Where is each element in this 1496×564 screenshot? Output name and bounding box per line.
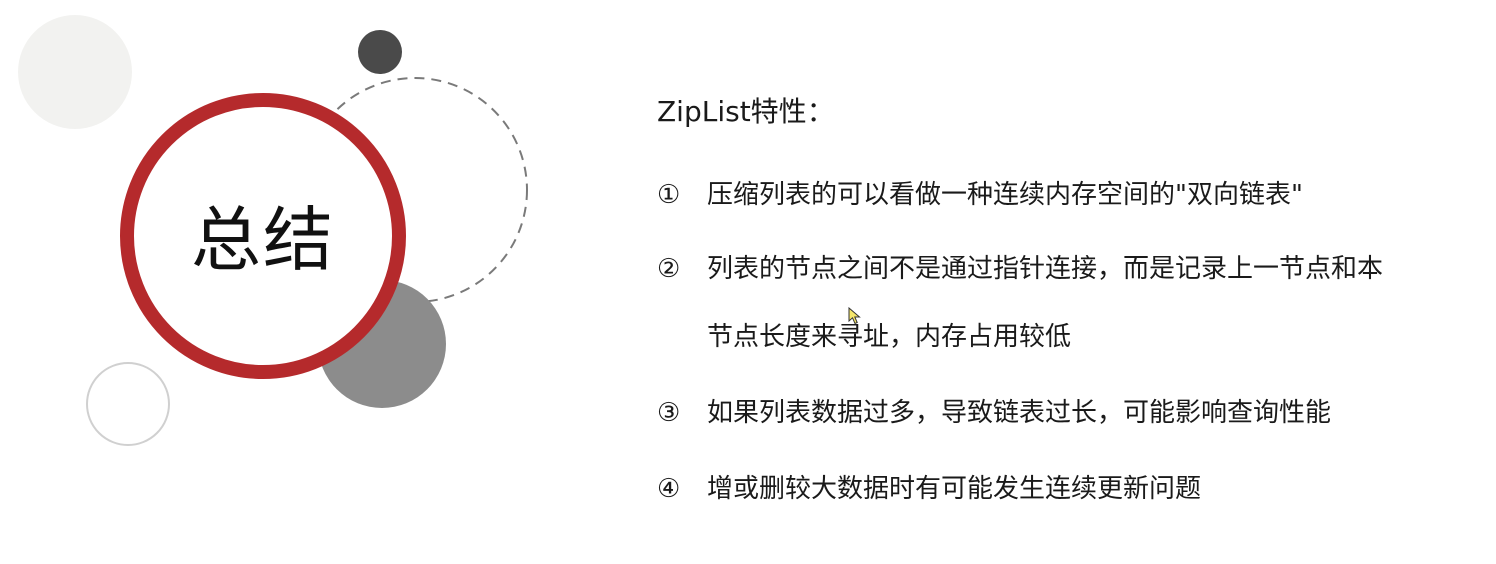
point-3-text: 如果列表数据过多，导致链表过长，可能影响查询性能	[707, 398, 1332, 428]
summary-title: 总结	[191, 199, 335, 281]
point-2-text: 列表的节点之间不是通过指针连接，而是记录上一节点和本	[707, 254, 1384, 284]
mouse-pointer-icon	[848, 307, 861, 325]
point-1: ① 压缩列表的可以看做一种连续内存空间的"双向链表"	[657, 175, 1303, 215]
point-1-number: ①	[657, 180, 681, 210]
point-2-continuation: 节点长度来寻址，内存占用较低	[707, 322, 1072, 352]
ziplist-heading: ZipList特性：	[657, 95, 835, 128]
slide: 总结 ZipList特性： ① 压缩列表的可以看做一种连续内存空间的"双向链表" …	[0, 0, 1496, 564]
point-4-text: 增或删较大数据时有可能发生连续更新问题	[707, 474, 1202, 504]
point-3-number: ③	[657, 398, 681, 428]
dark-dot	[358, 30, 402, 74]
outline-circle	[86, 362, 170, 446]
point-4: ④ 增或删较大数据时有可能发生连续更新问题	[657, 469, 1201, 509]
point-2-number: ②	[657, 254, 681, 284]
light-gray-circle	[18, 15, 132, 129]
point-2: ② 列表的节点之间不是通过指针连接，而是记录上一节点和本	[657, 249, 1383, 289]
point-4-number: ④	[657, 474, 681, 504]
point-1-text: 压缩列表的可以看做一种连续内存空间的"双向链表"	[707, 180, 1303, 210]
point-3: ③ 如果列表数据过多，导致链表过长，可能影响查询性能	[657, 393, 1331, 433]
